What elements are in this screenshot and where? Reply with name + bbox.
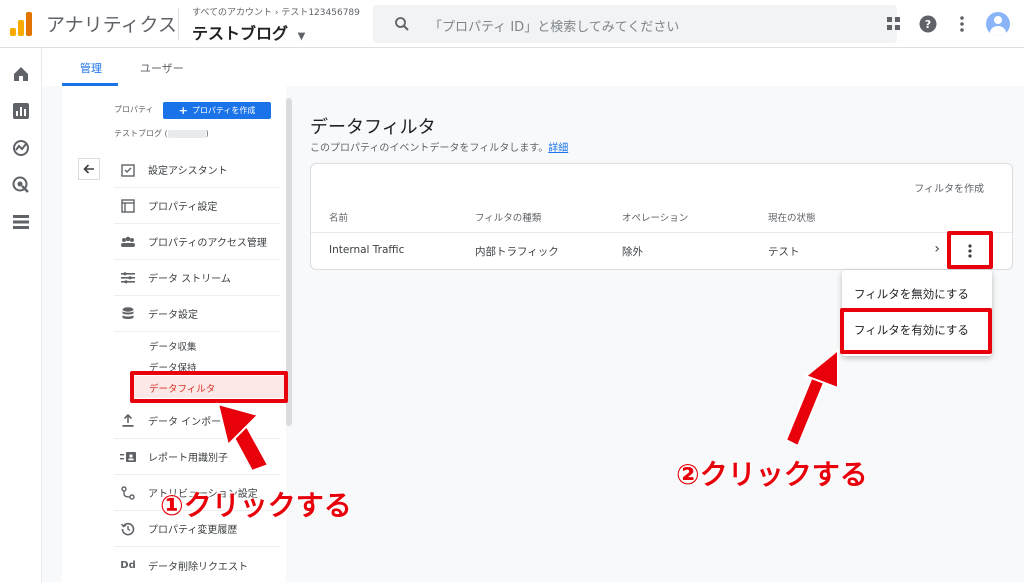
annotation-step2: ②クリックする — [676, 458, 868, 491]
arrow-to-enable-filter — [784, 347, 839, 448]
arrow-to-data-filters — [216, 402, 270, 473]
annotation-step1: ①クリックする — [160, 489, 352, 522]
annotation-arrows — [216, 347, 839, 473]
